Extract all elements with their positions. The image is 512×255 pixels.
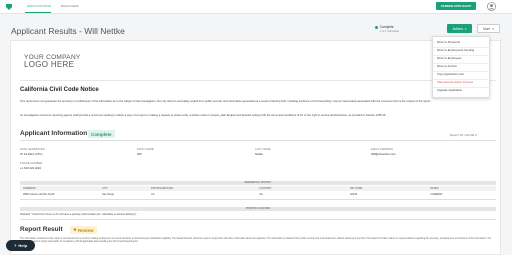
- table-cell: CURRENT: [430, 193, 443, 196]
- position-location-band: Position Location: [20, 207, 496, 211]
- email-field: Email Address Will@whoehire.com: [371, 148, 396, 156]
- report-result-title: Report Result: [20, 226, 63, 233]
- divider: [20, 140, 496, 141]
- chevron-down-icon: ▾: [464, 26, 467, 31]
- column-header: Address: [23, 187, 36, 190]
- actions-button[interactable]: Actions ▾: [447, 24, 472, 33]
- review-star-icon: ★: [73, 227, 78, 232]
- report-id: Report ID: c3c7a6 0: [450, 133, 477, 137]
- menu-item-move-to-employment-vending[interactable]: Move to Employment Vending: [437, 48, 474, 52]
- column-header: City: [102, 187, 108, 190]
- first-name-field: First Name Will: [137, 148, 154, 156]
- table-cell: 2828 Camino del Rio South: [23, 193, 55, 196]
- help-button[interactable]: ? Help: [6, 240, 35, 251]
- column-header: Zip Code: [350, 187, 363, 190]
- user-circle-icon[interactable]: [487, 2, 496, 11]
- column-header: Province/State: [151, 187, 174, 190]
- menu-item-upgrade-application[interactable]: Upgrade Application: [437, 88, 462, 92]
- divider: [20, 219, 496, 220]
- status-label: Complete: [380, 25, 394, 29]
- tab-packages[interactable]: Packages: [61, 4, 79, 8]
- table-cell: 92108: [350, 193, 358, 196]
- menu-item-move-to-prospects[interactable]: Move to Prospects: [437, 40, 460, 44]
- active-tab-indicator: [25, 12, 51, 13]
- screen-applicant-button[interactable]: Screen Applicant: [436, 2, 476, 10]
- complete-badge: Complete: [88, 130, 115, 138]
- top-navigation-bar: Applications Packages Screen Applicant: [0, 0, 512, 14]
- status-sub-label: 1 of 1 Submitted: [380, 30, 399, 33]
- last-name-field: Last Name Nettke: [255, 148, 271, 156]
- divider: [20, 199, 496, 200]
- civil-code-paragraph-2: An investigative consumer reporting agen…: [20, 114, 387, 117]
- actions-dropdown-menu: Move to Prospects Move to Employment Ven…: [432, 36, 491, 98]
- review-badge: ★ Review: [70, 226, 97, 234]
- table-cell: CA: [151, 193, 155, 196]
- divider: [20, 80, 496, 81]
- report-disclaimer: The information contained in this report…: [20, 238, 492, 244]
- table-row: 2828 Camino del Rio South San Diego CA U…: [20, 192, 496, 197]
- table-cell: San Diego: [102, 193, 115, 196]
- residential-history-band: Residential History: [20, 181, 496, 185]
- table-cell: US: [259, 193, 263, 196]
- more-label: More: [483, 26, 491, 31]
- civil-code-paragraph-1: This report does not guarantee the accur…: [20, 100, 431, 103]
- help-icon: ?: [13, 243, 17, 248]
- civil-code-title: California Civil Code Notice: [20, 87, 99, 93]
- actions-label: Actions: [452, 26, 463, 31]
- column-header: Country: [259, 187, 272, 190]
- company-logo-placeholder: YOUR COMPANY LOGO HERE: [24, 54, 81, 69]
- residential-table-header: Address City Province/State Country Zip …: [20, 186, 496, 191]
- phone-field: Phone Number +1 619 222 2222: [20, 162, 43, 170]
- tab-applications[interactable]: Applications: [27, 4, 51, 8]
- more-button[interactable]: More ▾: [477, 24, 500, 33]
- menu-item-move-to-archive[interactable]: Move to Archive: [437, 64, 457, 68]
- chevron-down-icon: ▾: [492, 26, 494, 31]
- menu-item-move-to-employees[interactable]: Move to Employees: [437, 56, 462, 60]
- applicant-information-title: Applicant Information: [20, 130, 88, 137]
- date-generated-field: Date Generated 07.19.2021 (UTC): [20, 148, 45, 156]
- app-logo-icon[interactable]: [5, 3, 13, 11]
- position-location-text: Selected "I work from home or do not hav…: [20, 213, 137, 216]
- page-title: Applicant Results - Will Nettke: [11, 26, 125, 36]
- column-header: Dates: [430, 187, 439, 190]
- menu-item-copy-application-link[interactable]: Copy Application Link: [437, 72, 464, 76]
- status-dot-icon: [375, 26, 378, 29]
- menu-item-start-adverse-action[interactable]: Start Adverse Action Process: [437, 80, 473, 84]
